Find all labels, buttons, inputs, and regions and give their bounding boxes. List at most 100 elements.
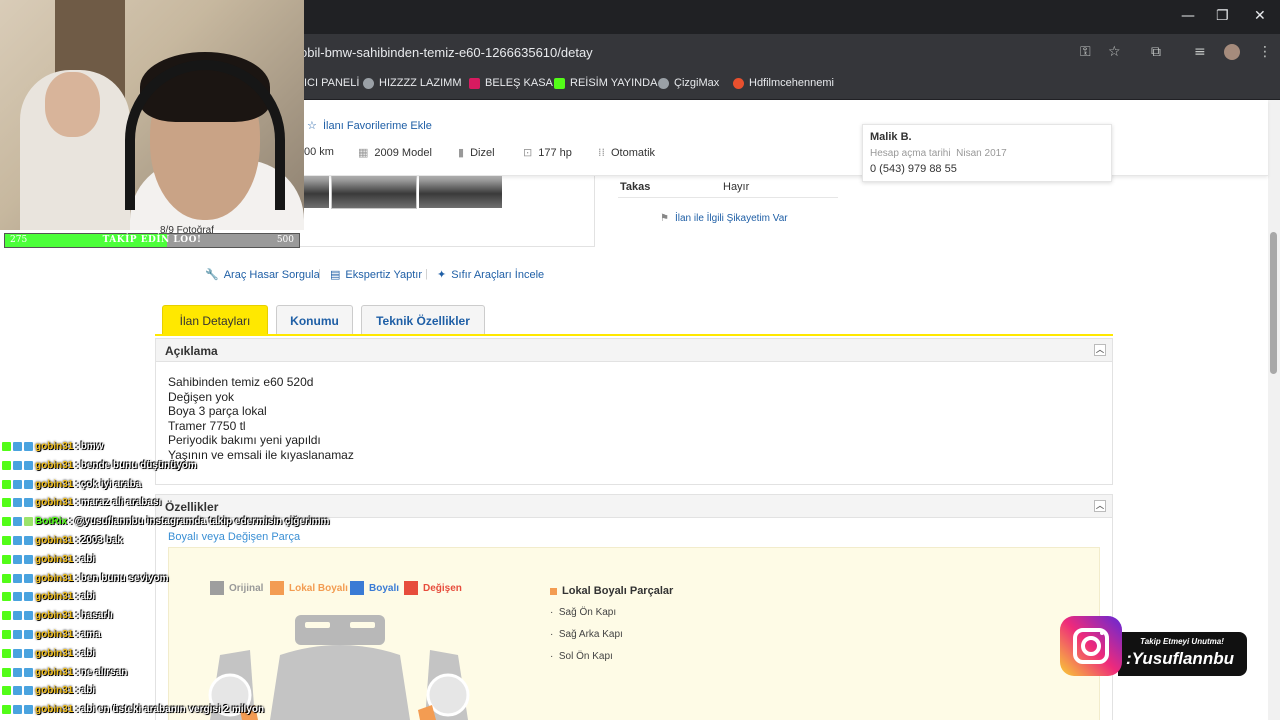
chat-username[interactable]: gobin31 [35, 667, 73, 678]
page-scrollbar[interactable] [1268, 100, 1280, 720]
separator: | [318, 268, 321, 280]
bookmark-favicon-icon [363, 77, 374, 89]
chat-badge-icon [2, 554, 11, 564]
chat-badge-icon [2, 535, 11, 545]
bookmark-item[interactable]: REİSİM YAYINDA [554, 77, 657, 89]
webcam-person [45, 72, 100, 137]
chat-separator: : [75, 590, 79, 602]
spec-gearbox: ⁞⁞ Otomatik [598, 146, 656, 159]
bookmark-item[interactable]: BELEŞ KASA [469, 77, 553, 89]
chat-separator: : [75, 496, 79, 508]
chat-badge-icon [13, 667, 22, 677]
fuel-icon: ▮ [458, 146, 465, 159]
seller-since: Hesap açma tarihi Nisan 2017 [870, 148, 1007, 159]
bookmark-item[interactable]: ÇizgiMax [658, 77, 719, 89]
chat-message: gobin31: ben bunu seviyom [2, 570, 168, 586]
chat-badge-icon [2, 629, 11, 639]
chat-username[interactable]: gobin31 [35, 497, 73, 508]
bookmark-item[interactable]: HIZZZZ LAZIMM [363, 77, 462, 89]
chat-username[interactable]: BotRix [35, 516, 67, 527]
chat-username[interactable]: gobin31 [35, 704, 73, 715]
description-line: Değişen yok [168, 389, 235, 404]
legend-replaced: Değişen [404, 581, 462, 595]
expertise-link[interactable]: ▤ Ekspertiz Yaptır [330, 268, 422, 281]
bookmark-item[interactable]: Hdfilmcehennemi [733, 77, 834, 89]
chat-separator: : [69, 515, 73, 527]
chat-badge-icon [24, 573, 33, 583]
add-favorite-link[interactable]: ☆ İlanı Favorilerime Ekle [307, 119, 432, 132]
chat-badge-icon [2, 610, 11, 620]
key-icon[interactable]: ⚿ [1080, 44, 1091, 60]
chat-username[interactable]: gobin31 [35, 441, 73, 452]
seller-card: Malik B. Hesap açma tarihi Nisan 2017 0 … [862, 124, 1112, 182]
chat-username[interactable]: gobin31 [35, 648, 73, 659]
chat-separator: : [75, 440, 79, 452]
chat-text: çok iyi araba [80, 478, 142, 490]
legend-swatch [350, 581, 364, 595]
headset-icon [125, 60, 285, 210]
damage-query-link[interactable]: 🔧 Araç Hasar Sorgula [205, 268, 320, 281]
tab-listing-details[interactable]: İlan Detayları [162, 305, 268, 335]
spec-fuel: ▮ Dizel [458, 146, 495, 159]
chat-badge-icon [24, 591, 33, 601]
goal-label: TAKİP EDİN LOO! [102, 235, 202, 245]
car-body[interactable] [270, 645, 410, 720]
tab-technical-specs[interactable]: Teknik Özellikler [361, 305, 485, 335]
menu-icon[interactable]: ⋮ [1258, 44, 1272, 60]
profile-avatar[interactable] [1224, 44, 1240, 60]
chat-text: bmw [80, 440, 104, 452]
wrench-icon: 🔧 [205, 268, 219, 281]
description-line: Periyodik bakımı yeni yapıldı [168, 433, 321, 448]
tab-location[interactable]: Konumu [276, 305, 353, 335]
chat-username[interactable]: gobin31 [35, 554, 73, 565]
star-icon: ☆ [307, 119, 317, 132]
collapse-icon[interactable]: ︿ [1094, 500, 1106, 512]
seller-name[interactable]: Malik B. [870, 131, 1104, 143]
chat-username[interactable]: gobin31 [35, 685, 73, 696]
chat-username[interactable]: gobin31 [35, 460, 73, 471]
extensions-icon[interactable]: ⧉ [1151, 44, 1161, 60]
chat-badge-icon [13, 704, 22, 714]
media-icon[interactable]: ≡ [1194, 44, 1206, 60]
chat-message: gobin31: bende bunu düşünüyom [2, 457, 197, 473]
scrollbar-thumb[interactable] [1270, 232, 1277, 374]
url-field[interactable]: obil-bmw-sahibinden-temiz-e60-1266635610… [300, 45, 593, 60]
new-cars-link[interactable]: ✦ Sıfır Araçları İncele [437, 268, 544, 281]
features-title: Özellikler [165, 500, 219, 514]
instagram-icon [1100, 631, 1104, 635]
bookmark-star-icon[interactable]: ☆ [1108, 44, 1121, 60]
chat-message: gobin31: abi [2, 645, 95, 661]
chat-username[interactable]: gobin31 [35, 629, 73, 640]
minimize-button[interactable]: — [1181, 8, 1195, 24]
gallery-thumbnail-selected[interactable] [331, 175, 417, 209]
chat-badge-icon [2, 648, 11, 658]
chat-badge-icon [24, 516, 33, 526]
gallery-thumbnail[interactable] [301, 176, 329, 208]
chat-username[interactable]: gobin31 [35, 591, 73, 602]
chat-message: gobin31: ne alırsan [2, 664, 127, 680]
spec-year: ▦ 2009 Model [358, 146, 432, 159]
chat-badge-icon [13, 629, 22, 639]
chat-badge-icon [24, 460, 33, 470]
bookmark-item[interactable]: ICI PANELİ [304, 77, 359, 89]
separator: | [425, 268, 428, 280]
chat-message: gobin31: ama [2, 626, 101, 642]
collapse-icon[interactable]: ︿ [1094, 344, 1106, 356]
car-hood[interactable] [295, 615, 385, 645]
report-link[interactable]: ⚑ İlan ile İlgili Şikayetim Var [660, 213, 788, 224]
chat-username[interactable]: gobin31 [35, 535, 73, 546]
chat-badge-icon [24, 479, 33, 489]
chat-separator: : [75, 609, 79, 621]
description-line: Boya 3 parça lokal [168, 404, 267, 419]
close-window-button[interactable]: ✕ [1254, 8, 1266, 24]
chat-message: gobin31: çok iyi araba [2, 476, 141, 492]
gallery-thumbnail[interactable] [419, 176, 502, 208]
chat-username[interactable]: gobin31 [35, 610, 73, 621]
car-headlight [350, 622, 375, 628]
local-painted-part: · Sol Ön Kapı [550, 651, 613, 662]
chat-badge-icon [13, 479, 22, 489]
chat-badge-icon [24, 629, 33, 639]
chat-username[interactable]: gobin31 [35, 573, 73, 584]
maximize-button[interactable]: ❐ [1216, 8, 1229, 24]
chat-username[interactable]: gobin31 [35, 479, 73, 490]
